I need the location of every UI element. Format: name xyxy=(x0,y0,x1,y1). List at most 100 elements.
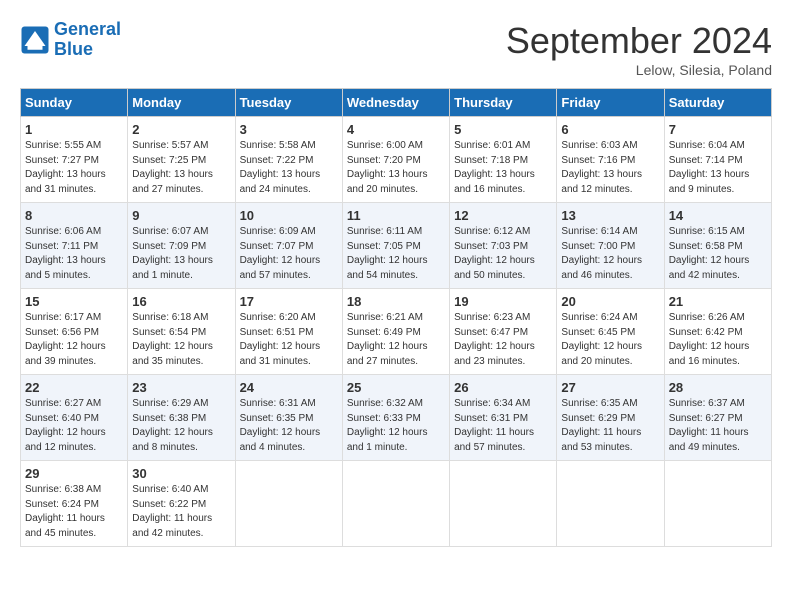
weekday-header-friday: Friday xyxy=(557,89,664,117)
day-info: Sunrise: 6:23 AM Sunset: 6:47 PM Dayligh… xyxy=(454,311,552,369)
day-number: 13 xyxy=(561,208,659,223)
day-info: Sunrise: 6:14 AM Sunset: 7:00 PM Dayligh… xyxy=(561,225,659,283)
day-info: Sunrise: 6:38 AM Sunset: 6:24 PM Dayligh… xyxy=(25,483,123,541)
calendar-cell: 25 Sunrise: 6:32 AM Sunset: 6:33 PM Dayli… xyxy=(342,375,449,461)
day-number: 16 xyxy=(132,294,230,309)
day-number: 25 xyxy=(347,380,445,395)
day-number: 30 xyxy=(132,466,230,481)
day-number: 6 xyxy=(561,122,659,137)
day-number: 18 xyxy=(347,294,445,309)
day-info: Sunrise: 5:58 AM Sunset: 7:22 PM Dayligh… xyxy=(240,139,338,197)
day-info: Sunrise: 6:09 AM Sunset: 7:07 PM Dayligh… xyxy=(240,225,338,283)
day-info: Sunrise: 5:55 AM Sunset: 7:27 PM Dayligh… xyxy=(25,139,123,197)
day-number: 10 xyxy=(240,208,338,223)
day-number: 21 xyxy=(669,294,767,309)
day-info: Sunrise: 6:35 AM Sunset: 6:29 PM Dayligh… xyxy=(561,397,659,455)
day-number: 1 xyxy=(25,122,123,137)
calendar-cell: 26 Sunrise: 6:34 AM Sunset: 6:31 PM Dayli… xyxy=(450,375,557,461)
day-info: Sunrise: 6:11 AM Sunset: 7:05 PM Dayligh… xyxy=(347,225,445,283)
calendar-cell xyxy=(664,461,771,547)
calendar-cell: 13 Sunrise: 6:14 AM Sunset: 7:00 PM Dayli… xyxy=(557,203,664,289)
day-number: 29 xyxy=(25,466,123,481)
calendar-cell: 18 Sunrise: 6:21 AM Sunset: 6:49 PM Dayli… xyxy=(342,289,449,375)
day-number: 20 xyxy=(561,294,659,309)
calendar-cell: 21Sunrise: 6:26 AM Sunset: 6:42 PM Dayli… xyxy=(664,289,771,375)
day-info: Sunrise: 6:31 AM Sunset: 6:35 PM Dayligh… xyxy=(240,397,338,455)
day-number: 19 xyxy=(454,294,552,309)
calendar-cell: 6 Sunrise: 6:03 AM Sunset: 7:16 PM Daylig… xyxy=(557,117,664,203)
calendar-cell: 23Sunrise: 6:29 AM Sunset: 6:38 PM Dayli… xyxy=(128,375,235,461)
calendar-cell: 14 Sunrise: 6:15 AM Sunset: 6:58 PM Dayli… xyxy=(664,203,771,289)
day-info: Sunrise: 6:04 AM Sunset: 7:14 PM Dayligh… xyxy=(669,139,767,197)
calendar-cell: 15Sunrise: 6:17 AM Sunset: 6:56 PM Dayli… xyxy=(21,289,128,375)
day-info: Sunrise: 5:57 AM Sunset: 7:25 PM Dayligh… xyxy=(132,139,230,197)
day-info: Sunrise: 6:21 AM Sunset: 6:49 PM Dayligh… xyxy=(347,311,445,369)
calendar-week-row: 1 Sunrise: 5:55 AM Sunset: 7:27 PM Daylig… xyxy=(21,117,772,203)
day-number: 2 xyxy=(132,122,230,137)
day-number: 3 xyxy=(240,122,338,137)
calendar-week-row: 22Sunrise: 6:27 AM Sunset: 6:40 PM Dayli… xyxy=(21,375,772,461)
day-info: Sunrise: 6:24 AM Sunset: 6:45 PM Dayligh… xyxy=(561,311,659,369)
logo: General Blue xyxy=(20,20,121,60)
day-number: 27 xyxy=(561,380,659,395)
day-number: 17 xyxy=(240,294,338,309)
day-info: Sunrise: 6:37 AM Sunset: 6:27 PM Dayligh… xyxy=(669,397,767,455)
day-info: Sunrise: 6:20 AM Sunset: 6:51 PM Dayligh… xyxy=(240,311,338,369)
day-number: 14 xyxy=(669,208,767,223)
calendar-week-row: 29 Sunrise: 6:38 AM Sunset: 6:24 PM Dayli… xyxy=(21,461,772,547)
weekday-header-monday: Monday xyxy=(128,89,235,117)
weekday-header-thursday: Thursday xyxy=(450,89,557,117)
calendar-cell: 29 Sunrise: 6:38 AM Sunset: 6:24 PM Dayli… xyxy=(21,461,128,547)
calendar-cell: 30 Sunrise: 6:40 AM Sunset: 6:22 PM Dayli… xyxy=(128,461,235,547)
calendar-cell: 8 Sunrise: 6:06 AM Sunset: 7:11 PM Daylig… xyxy=(21,203,128,289)
calendar-cell: 16 Sunrise: 6:18 AM Sunset: 6:54 PM Dayli… xyxy=(128,289,235,375)
logo-line2: Blue xyxy=(54,39,93,59)
day-info: Sunrise: 6:17 AM Sunset: 6:56 PM Dayligh… xyxy=(25,311,123,369)
day-info: Sunrise: 6:34 AM Sunset: 6:31 PM Dayligh… xyxy=(454,397,552,455)
weekday-header-saturday: Saturday xyxy=(664,89,771,117)
day-number: 9 xyxy=(132,208,230,223)
calendar-body: 1 Sunrise: 5:55 AM Sunset: 7:27 PM Daylig… xyxy=(21,117,772,547)
day-info: Sunrise: 6:32 AM Sunset: 6:33 PM Dayligh… xyxy=(347,397,445,455)
day-info: Sunrise: 6:03 AM Sunset: 7:16 PM Dayligh… xyxy=(561,139,659,197)
day-info: Sunrise: 6:15 AM Sunset: 6:58 PM Dayligh… xyxy=(669,225,767,283)
calendar-cell: 27 Sunrise: 6:35 AM Sunset: 6:29 PM Dayli… xyxy=(557,375,664,461)
calendar-cell: 20 Sunrise: 6:24 AM Sunset: 6:45 PM Dayli… xyxy=(557,289,664,375)
day-number: 11 xyxy=(347,208,445,223)
weekday-header-sunday: Sunday xyxy=(21,89,128,117)
calendar-cell: 5 Sunrise: 6:01 AM Sunset: 7:18 PM Daylig… xyxy=(450,117,557,203)
day-info: Sunrise: 6:00 AM Sunset: 7:20 PM Dayligh… xyxy=(347,139,445,197)
calendar-table: SundayMondayTuesdayWednesdayThursdayFrid… xyxy=(20,88,772,547)
title-block: September 2024 Lelow, Silesia, Poland xyxy=(506,20,772,78)
calendar-cell xyxy=(557,461,664,547)
location-subtitle: Lelow, Silesia, Poland xyxy=(506,62,772,78)
calendar-cell: 3 Sunrise: 5:58 AM Sunset: 7:22 PM Daylig… xyxy=(235,117,342,203)
calendar-cell: 4Sunrise: 6:00 AM Sunset: 7:20 PM Daylig… xyxy=(342,117,449,203)
day-info: Sunrise: 6:40 AM Sunset: 6:22 PM Dayligh… xyxy=(132,483,230,541)
weekday-header-wednesday: Wednesday xyxy=(342,89,449,117)
day-info: Sunrise: 6:06 AM Sunset: 7:11 PM Dayligh… xyxy=(25,225,123,283)
day-number: 5 xyxy=(454,122,552,137)
day-number: 28 xyxy=(669,380,767,395)
calendar-week-row: 8 Sunrise: 6:06 AM Sunset: 7:11 PM Daylig… xyxy=(21,203,772,289)
day-info: Sunrise: 6:01 AM Sunset: 7:18 PM Dayligh… xyxy=(454,139,552,197)
day-number: 7 xyxy=(669,122,767,137)
day-info: Sunrise: 6:12 AM Sunset: 7:03 PM Dayligh… xyxy=(454,225,552,283)
calendar-cell: 1 Sunrise: 5:55 AM Sunset: 7:27 PM Daylig… xyxy=(21,117,128,203)
day-number: 24 xyxy=(240,380,338,395)
calendar-week-row: 15Sunrise: 6:17 AM Sunset: 6:56 PM Dayli… xyxy=(21,289,772,375)
logo-text: General Blue xyxy=(54,20,121,60)
calendar-cell: 2 Sunrise: 5:57 AM Sunset: 7:25 PM Daylig… xyxy=(128,117,235,203)
weekday-header-tuesday: Tuesday xyxy=(235,89,342,117)
calendar-cell: 12Sunrise: 6:12 AM Sunset: 7:03 PM Dayli… xyxy=(450,203,557,289)
calendar-cell: 19 Sunrise: 6:23 AM Sunset: 6:47 PM Dayli… xyxy=(450,289,557,375)
calendar-cell: 17 Sunrise: 6:20 AM Sunset: 6:51 PM Dayli… xyxy=(235,289,342,375)
day-number: 26 xyxy=(454,380,552,395)
calendar-cell: 22Sunrise: 6:27 AM Sunset: 6:40 PM Dayli… xyxy=(21,375,128,461)
calendar-cell: 24 Sunrise: 6:31 AM Sunset: 6:35 PM Dayli… xyxy=(235,375,342,461)
day-number: 8 xyxy=(25,208,123,223)
day-number: 22 xyxy=(25,380,123,395)
day-info: Sunrise: 6:18 AM Sunset: 6:54 PM Dayligh… xyxy=(132,311,230,369)
day-info: Sunrise: 6:07 AM Sunset: 7:09 PM Dayligh… xyxy=(132,225,230,283)
calendar-cell xyxy=(235,461,342,547)
